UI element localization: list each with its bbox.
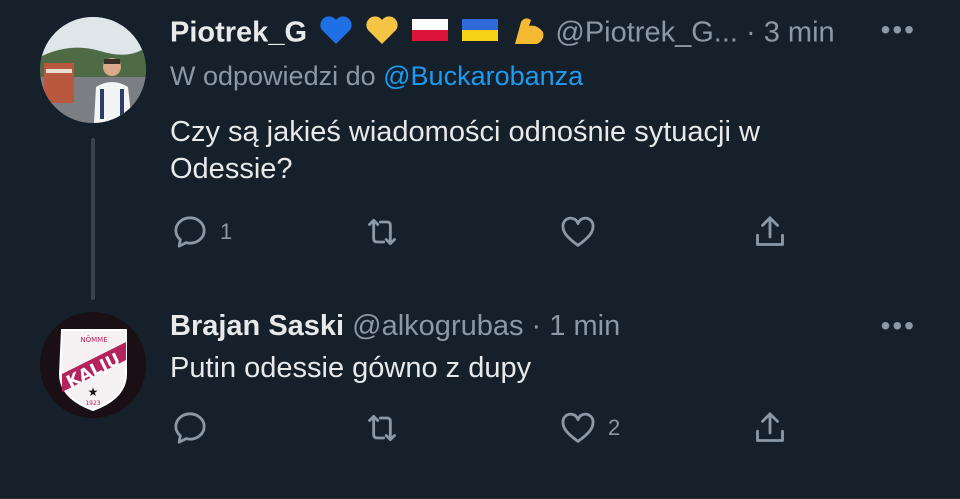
handle[interactable]: @alkogrubas xyxy=(352,310,523,342)
like-button[interactable] xyxy=(558,212,608,252)
tweet-text-line: Czy są jakieś wiadomości odnośnie sytuac… xyxy=(170,116,760,148)
tweet-2-content: Brajan Saski @alkogrubas · 1 min ••• Put… xyxy=(0,300,960,499)
share-button[interactable] xyxy=(750,212,790,252)
retweet-icon xyxy=(368,414,396,442)
display-name[interactable]: Piotrek_G xyxy=(170,17,307,49)
share-icon xyxy=(756,412,784,442)
tweet-text: Czy są jakieś wiadomości odnośnie sytuac… xyxy=(170,114,870,188)
tweet-1[interactable]: Piotrek_G @Piotrek_G... · 3 min ••• W od… xyxy=(0,0,960,300)
heart-icon xyxy=(561,216,595,247)
blue-heart-icon xyxy=(319,15,353,53)
reply-icon xyxy=(174,216,206,248)
flexed-biceps-icon xyxy=(511,14,547,54)
share-icon xyxy=(756,216,784,246)
avatar-photo xyxy=(40,17,146,123)
yellow-heart-icon xyxy=(365,15,399,53)
reply-button[interactable]: 1 xyxy=(170,212,232,252)
retweet-icon xyxy=(368,218,396,246)
tweet-text: Putin odessie gówno z dupy xyxy=(170,350,870,387)
tweet-actions: 2 xyxy=(170,408,810,448)
tweet-text-line: Putin odessie gówno z dupy xyxy=(170,352,532,384)
retweet-button[interactable] xyxy=(362,212,412,252)
thread-line xyxy=(91,138,95,300)
like-count: 2 xyxy=(608,415,621,440)
separator: · xyxy=(746,16,756,49)
tweet-text-line: Odessie? xyxy=(170,153,293,185)
flag-poland-icon xyxy=(411,17,449,51)
reply-context: W odpowiedzi do @Buckarobanza xyxy=(170,61,583,92)
reply-to-link[interactable]: @Buckarobanza xyxy=(383,61,583,91)
more-options-icon[interactable]: ••• xyxy=(881,312,916,340)
retweet-button[interactable] xyxy=(362,408,412,448)
avatar[interactable] xyxy=(40,17,146,123)
handle[interactable]: @Piotrek_G... xyxy=(555,17,738,49)
reply-button[interactable] xyxy=(170,408,220,448)
reply-prefix: W odpowiedzi do xyxy=(170,61,376,91)
tweet-header: Brajan Saski @alkogrubas · 1 min xyxy=(170,309,620,343)
tweet-actions: 1 xyxy=(170,212,810,252)
share-button[interactable] xyxy=(750,408,790,448)
more-options-icon[interactable]: ••• xyxy=(881,16,916,44)
display-name[interactable]: Brajan Saski xyxy=(170,310,344,342)
flag-ukraine-icon xyxy=(461,17,499,51)
like-button[interactable]: 2 xyxy=(558,408,620,448)
tweet-header: Piotrek_G @Piotrek_G... · 3 min xyxy=(170,14,835,54)
timestamp[interactable]: 1 min xyxy=(549,310,620,342)
heart-icon xyxy=(561,412,595,443)
reply-icon xyxy=(174,412,206,444)
reply-count: 1 xyxy=(220,219,233,244)
timestamp[interactable]: 3 min xyxy=(764,17,835,49)
separator: · xyxy=(531,310,542,342)
